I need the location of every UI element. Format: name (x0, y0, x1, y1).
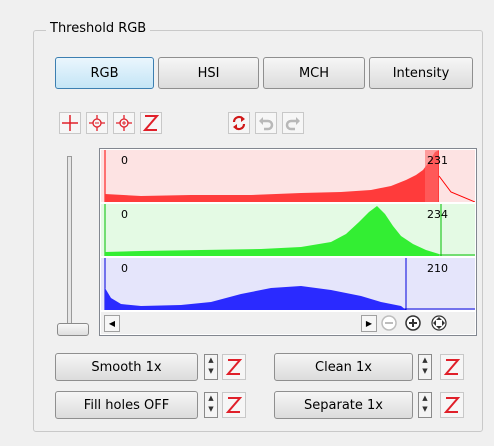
crosshair-plus-icon[interactable] (113, 112, 135, 134)
smooth-button[interactable]: Smooth 1x (55, 353, 198, 381)
histogram-blue[interactable]: 0 210 (101, 258, 475, 310)
refresh-icon[interactable] (228, 112, 250, 134)
tab-intensity[interactable]: Intensity (369, 57, 473, 89)
clean-button[interactable]: Clean 1x (274, 353, 413, 381)
blue-min-label: 0 (121, 262, 128, 275)
red-min-label: 0 (121, 154, 128, 167)
stepper-down-icon: ▼ (208, 405, 214, 413)
histogram-scrollbar[interactable]: ◀ ▶ (101, 312, 475, 334)
stepper-down-icon: ▼ (208, 367, 214, 375)
undo-icon[interactable] (255, 112, 277, 134)
tab-hsi[interactable]: HSI (158, 57, 259, 89)
histogram-view: 0 231 0 234 0 210 ◀ ▶ (99, 148, 477, 336)
fill-holes-reset-icon[interactable] (222, 392, 246, 418)
fit-view-icon (431, 315, 447, 331)
histogram-red[interactable]: 0 231 (101, 150, 475, 202)
stepper-up-icon: ▲ (208, 356, 214, 364)
stepper-down-icon: ▼ (422, 367, 428, 375)
clean-stepper[interactable]: ▲ ▼ (418, 354, 432, 380)
tab-rgb[interactable]: RGB (55, 57, 154, 89)
smooth-reset-icon[interactable] (222, 354, 246, 380)
separate-button[interactable]: Separate 1x (274, 391, 413, 419)
fill-holes-button[interactable]: Fill holes OFF (55, 391, 198, 419)
histogram-green-plot (101, 204, 475, 256)
histogram-red-plot (101, 150, 475, 202)
zoom-controls (381, 315, 447, 331)
crosshair-minus-icon[interactable] (86, 112, 108, 134)
fill-holes-stepper[interactable]: ▲ ▼ (204, 392, 218, 418)
stepper-up-icon: ▲ (422, 394, 428, 402)
crosshair-icon[interactable] (59, 112, 81, 134)
scroll-left-icon[interactable]: ◀ (104, 315, 120, 332)
separate-reset-icon[interactable] (440, 392, 464, 418)
clean-reset-icon[interactable] (440, 354, 464, 380)
threshold-slider-thumb[interactable] (57, 323, 89, 336)
tab-mch[interactable]: MCH (263, 57, 365, 89)
stepper-up-icon: ▲ (208, 394, 214, 402)
green-min-label: 0 (121, 208, 128, 221)
stepper-down-icon: ▼ (422, 405, 428, 413)
zoom-in-icon (405, 315, 421, 331)
blue-max-label: 210 (427, 262, 448, 275)
histogram-green[interactable]: 0 234 (101, 204, 475, 256)
threshold-slider-track[interactable] (67, 156, 72, 332)
reset-icon[interactable] (140, 112, 162, 134)
smooth-stepper[interactable]: ▲ ▼ (204, 354, 218, 380)
red-max-label: 231 (427, 154, 448, 167)
group-title: Threshold RGB (46, 21, 151, 36)
stepper-up-icon: ▲ (422, 356, 428, 364)
zoom-out-icon (381, 315, 397, 331)
redo-icon[interactable] (282, 112, 304, 134)
green-max-label: 234 (427, 208, 448, 221)
histogram-blue-plot (101, 258, 475, 310)
separate-stepper[interactable]: ▲ ▼ (418, 392, 432, 418)
scroll-right-icon[interactable]: ▶ (361, 315, 377, 332)
